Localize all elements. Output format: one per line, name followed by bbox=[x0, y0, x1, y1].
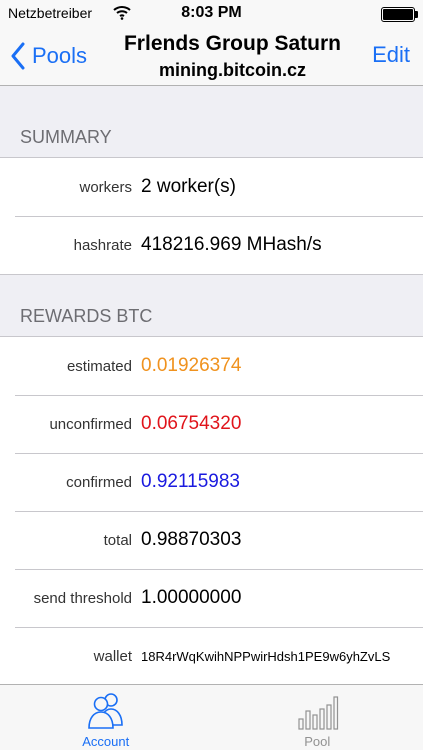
row-key: unconfirmed bbox=[49, 415, 132, 433]
status-time: 8:03 PM bbox=[181, 4, 242, 21]
row-key: total bbox=[103, 531, 132, 549]
nav-title-block: Frlends Group Saturn mining.bitcoin.cz bbox=[110, 31, 355, 83]
summary-row-workers: workers 2 worker(s) bbox=[0, 158, 423, 216]
row-key: confirmed bbox=[66, 473, 132, 491]
summary-section-header: SUMMARY bbox=[20, 127, 112, 147]
back-button-label: Pools bbox=[32, 43, 88, 68]
pool-bars-icon bbox=[298, 696, 339, 730]
tab-account[interactable]: Account bbox=[0, 685, 212, 750]
rewards-row-unconfirmed: unconfirmed 0.06754320 bbox=[0, 395, 423, 453]
summary-row-hashrate: hashrate 418216.969 MHash/s bbox=[0, 216, 423, 274]
rewards-section-header: REWARDS BTC bbox=[20, 306, 153, 326]
row-value: 418216.969 MHash/s bbox=[141, 234, 322, 255]
battery-icon bbox=[381, 7, 415, 22]
back-button[interactable]: Pools bbox=[10, 40, 87, 72]
rewards-row-wallet: wallet 18R4rWqKwihNPPwirHdsh1PE9w6yhZvLS bbox=[0, 627, 423, 685]
tab-pool[interactable]: Pool bbox=[212, 685, 423, 750]
edit-button[interactable]: Edit bbox=[372, 42, 410, 68]
summary-group: workers 2 worker(s) hashrate 418216.969 … bbox=[0, 157, 423, 275]
tab-account-label: Account bbox=[82, 734, 130, 749]
rewards-group: estimated 0.01926374 unconfirmed 0.06754… bbox=[0, 336, 423, 686]
rewards-row-send-threshold: send threshold 1.00000000 bbox=[0, 569, 423, 627]
status-bar: Netzbetreiber 8:03 PM bbox=[0, 0, 423, 28]
row-key: workers bbox=[79, 178, 132, 196]
rewards-row-confirmed: confirmed 0.92115983 bbox=[0, 453, 423, 511]
tab-pool-label: Pool bbox=[304, 734, 331, 749]
pool-title: Frlends Group Saturn bbox=[123, 32, 341, 55]
row-key: hashrate bbox=[73, 236, 132, 254]
rewards-row-total: total 0.98870303 bbox=[0, 511, 423, 569]
row-key: send threshold bbox=[33, 589, 132, 607]
row-value: 1.00000000 bbox=[141, 587, 242, 608]
row-key: estimated bbox=[66, 357, 132, 375]
tab-bar: Account Pool bbox=[0, 684, 423, 750]
row-key: wallet bbox=[93, 647, 132, 665]
row-value: 0.92115983 bbox=[141, 471, 240, 492]
row-value: 0.01926374 bbox=[141, 355, 242, 376]
row-value: 0.06754320 bbox=[141, 413, 242, 434]
pool-subtitle: mining.bitcoin.cz bbox=[159, 60, 306, 80]
rewards-row-estimated: estimated 0.01926374 bbox=[0, 337, 423, 395]
navigation-bar: Pools Frlends Group Saturn mining.bitcoi… bbox=[0, 28, 423, 86]
account-icon bbox=[87, 693, 123, 729]
row-value: 0.98870303 bbox=[141, 529, 242, 550]
wallet-address: 18R4rWqKwihNPPwirHdsh1PE9w6yhZvLS bbox=[141, 648, 391, 664]
row-value: 2 worker(s) bbox=[141, 176, 237, 197]
battery-tip bbox=[415, 11, 418, 18]
chevron-left-icon bbox=[11, 42, 25, 70]
